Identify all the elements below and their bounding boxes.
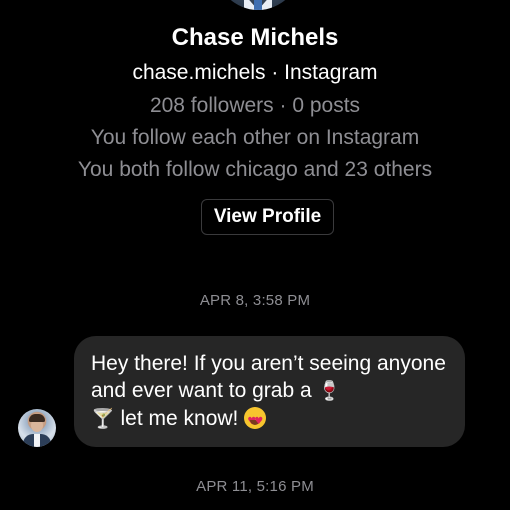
message-timestamp: APR 11, 5:16 PM xyxy=(196,478,314,495)
message-text-part: let me know! xyxy=(114,407,245,430)
heart-eyes-mouth xyxy=(250,420,261,425)
heart-eyes-icon xyxy=(244,407,267,435)
message-text-part: Hey there! If you aren’t seeing anyone a… xyxy=(91,352,446,402)
avatar-hair xyxy=(29,414,45,422)
message-timestamp: APR 8, 3:58 PM xyxy=(199,292,311,309)
message-bubble[interactable]: Hey there! If you aren’t seeing anyone a… xyxy=(74,336,465,447)
profile-avatar[interactable] xyxy=(216,0,300,10)
profile-header: Chase Michels chase.michels · Instagram … xyxy=(0,22,510,186)
cocktail-glass-icon: 🍸 xyxy=(91,408,115,430)
avatar-tie xyxy=(254,0,262,10)
mutual-follow-text: You follow each other on Instagram xyxy=(90,126,420,149)
profile-stats: 208 followers · 0 posts xyxy=(149,94,361,117)
profile-handle: chase.michels · Instagram xyxy=(132,61,378,84)
avatar-shirt xyxy=(34,434,40,447)
wine-glass-icon: 🍷 xyxy=(317,380,342,402)
mutual-accounts-text: You both follow chicago and 23 others xyxy=(77,158,433,181)
profile-name: Chase Michels xyxy=(171,24,339,51)
sender-avatar[interactable] xyxy=(18,409,56,447)
view-profile-button[interactable]: View Profile xyxy=(201,199,334,235)
message-text: Hey there! If you aren’t seeing anyone a… xyxy=(91,350,449,435)
